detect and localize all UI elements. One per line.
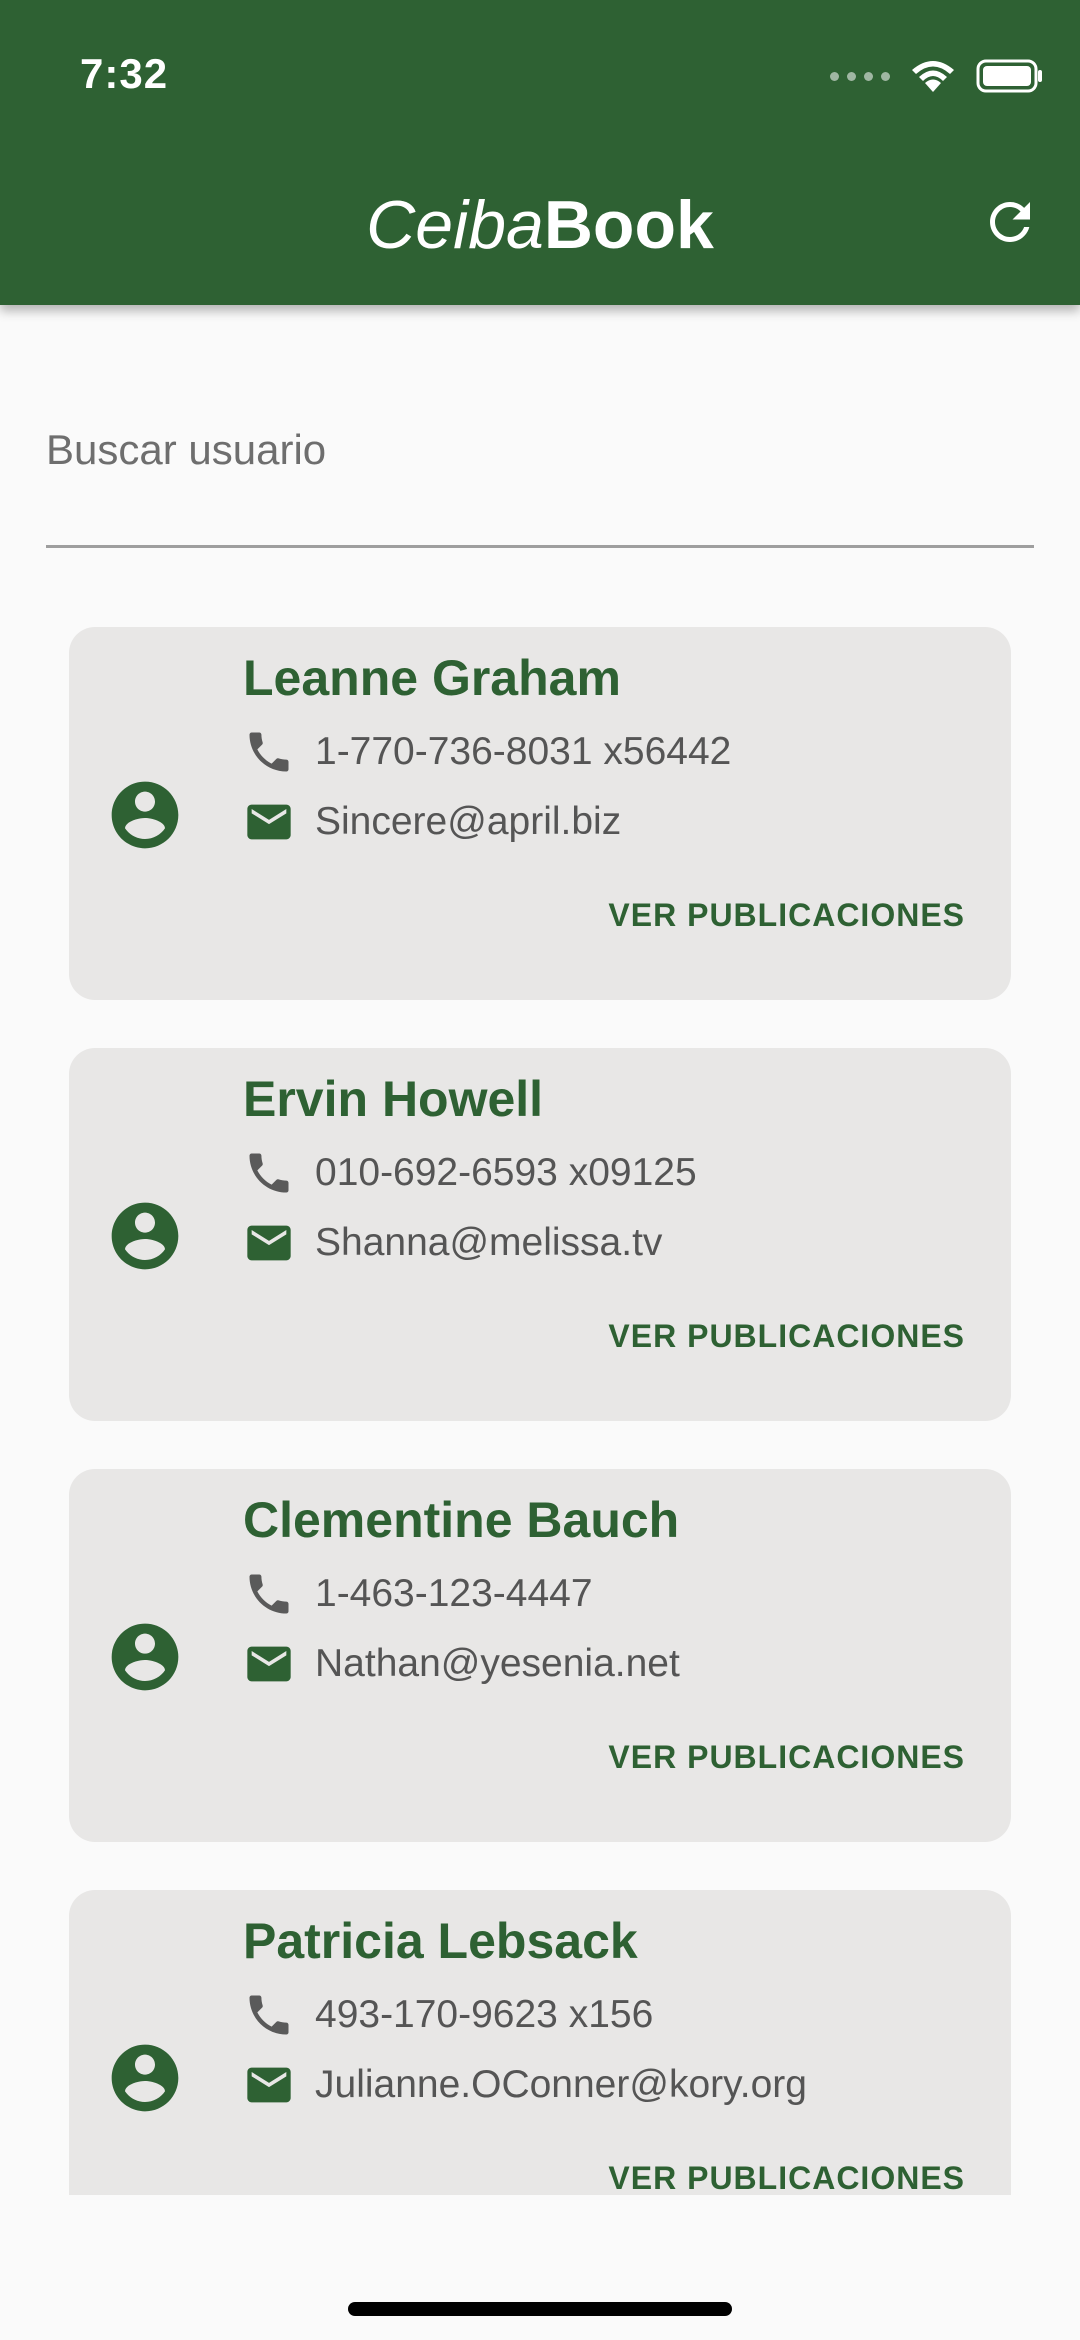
phone-icon: [249, 732, 289, 772]
email-row: Julianne.OConner@kory.org: [243, 2055, 807, 2115]
wifi-icon: [912, 61, 954, 92]
mail-icon: [247, 2067, 291, 2103]
refresh-icon: [990, 202, 1030, 242]
user-list[interactable]: Leanne Graham 1-770-736-8031 x56442 Sinc…: [0, 600, 1080, 2195]
status-time: 7:32: [80, 50, 169, 97]
phone-row: 010-692-6593 x09125: [243, 1143, 697, 1203]
phone-text: 1-463-123-4447: [315, 1572, 593, 1615]
mail-icon: [247, 804, 291, 840]
battery-icon: [976, 59, 1042, 93]
phone-icon: [249, 1153, 289, 1193]
email-text: Shanna@melissa.tv: [315, 1221, 663, 1264]
user-name: Leanne Graham: [243, 650, 621, 706]
user-name: Ervin Howell: [243, 1071, 544, 1127]
phone-text: 493-170-9623 x156: [315, 1993, 654, 2036]
app-title-italic: Ceiba: [366, 187, 544, 263]
email-row: Nathan@yesenia.net: [243, 1634, 680, 1694]
user-name: Patricia Lebsack: [243, 1913, 638, 1969]
account-circle-icon: [111, 781, 179, 849]
account-circle-icon: [111, 2044, 179, 2112]
refresh-button[interactable]: [980, 192, 1040, 252]
ver-publicaciones-button[interactable]: VER PUBLICACIONES: [608, 1739, 965, 1776]
phone-icon: [249, 1574, 289, 1614]
app-title: CeibaBook: [0, 186, 1080, 264]
ver-publicaciones-button[interactable]: VER PUBLICACIONES: [608, 897, 965, 934]
search-underline: [46, 545, 1034, 548]
search-input[interactable]: [46, 410, 1034, 490]
user-card: Patricia Lebsack 493-170-9623 x156 Julia…: [69, 1890, 1011, 2195]
email-row: Shanna@melissa.tv: [243, 1213, 662, 1273]
phone-icon: [249, 1995, 289, 2035]
email-text: Sincere@april.biz: [315, 800, 622, 843]
ver-publicaciones-button[interactable]: VER PUBLICACIONES: [608, 1318, 965, 1355]
phone-row: 1-770-736-8031 x56442: [243, 722, 731, 782]
status-icons: [830, 58, 1044, 94]
signal-icon: [830, 71, 890, 81]
phone-text: 010-692-6593 x09125: [315, 1151, 697, 1194]
user-card: Leanne Graham 1-770-736-8031 x56442 Sinc…: [69, 627, 1011, 1000]
phone-row: 493-170-9623 x156: [243, 1985, 653, 2045]
home-indicator[interactable]: [348, 2302, 732, 2316]
account-circle-icon: [111, 1202, 179, 1270]
email-text: Nathan@yesenia.net: [315, 1642, 680, 1685]
user-card: Ervin Howell 010-692-6593 x09125 Shanna@…: [69, 1048, 1011, 1421]
search-field[interactable]: [46, 410, 1034, 550]
user-name: Clementine Bauch: [243, 1492, 680, 1548]
app-title-bold: Book: [543, 187, 714, 263]
phone-text: 1-770-736-8031 x56442: [315, 730, 732, 773]
email-text: Julianne.OConner@kory.org: [315, 2063, 807, 2106]
email-row: Sincere@april.biz: [243, 792, 621, 852]
mail-icon: [247, 1225, 291, 1261]
app-bar: 7:32 CeibaBook: [0, 0, 1080, 305]
account-circle-icon: [111, 1623, 179, 1691]
mail-icon: [247, 1646, 291, 1682]
user-card: Clementine Bauch 1-463-123-4447 Nathan@y…: [69, 1469, 1011, 1842]
phone-row: 1-463-123-4447: [243, 1564, 593, 1624]
ver-publicaciones-button[interactable]: VER PUBLICACIONES: [608, 2160, 965, 2195]
